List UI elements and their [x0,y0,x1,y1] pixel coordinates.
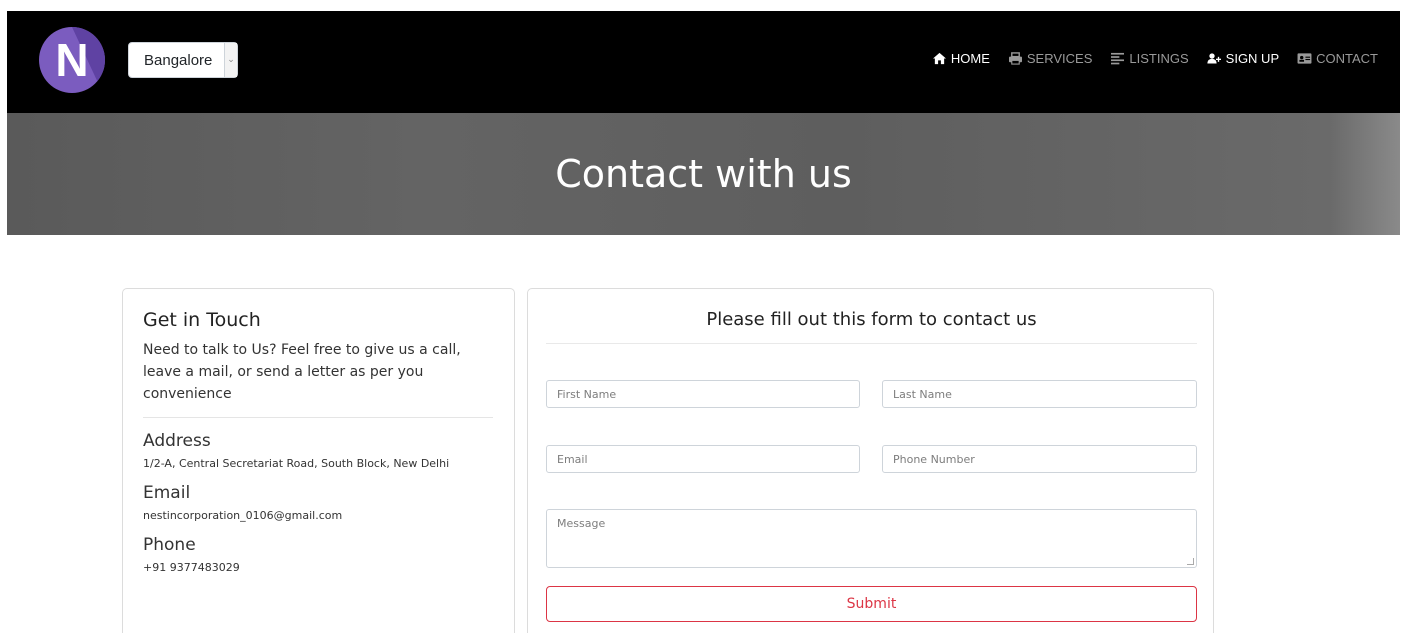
id-card-icon [1297,53,1312,64]
navbar: N Bangalore ⌄ HOME SERVICES LISTINGS SIG… [7,11,1400,113]
resize-handle-icon[interactable] [1187,558,1194,565]
nav-links: HOME SERVICES LISTINGS SIGN UP CONTACT [932,51,1378,66]
phone-label: Phone [143,535,196,555]
last-name-input[interactable]: Last Name [882,380,1197,408]
logo-letter: N [55,34,89,86]
get-in-touch-title: Get in Touch [143,309,261,331]
hero-banner: Contact with us [7,113,1400,235]
address-value: 1/2-A, Central Secretariat Road, South B… [143,457,450,470]
user-plus-icon [1207,53,1221,64]
nav-home[interactable]: HOME [932,51,990,66]
nav-signup[interactable]: SIGN UP [1207,51,1279,66]
email-placeholder: Email [557,453,588,466]
phone-value: +91 9377483029 [143,561,240,574]
page-title: Contact with us [555,152,852,196]
nav-contact[interactable]: CONTACT [1297,51,1378,66]
message-placeholder: Message [557,517,606,530]
first-name-input[interactable]: First Name [546,380,860,408]
get-in-touch-description: Need to talk to Us? Feel free to give us… [143,339,493,418]
home-icon [932,52,946,65]
email-label: Email [143,483,191,503]
city-select[interactable]: Bangalore ⌄ [128,42,238,78]
message-textarea[interactable]: Message [546,509,1197,568]
nav-services-label: SERVICES [1026,51,1093,66]
nav-services[interactable]: SERVICES [1008,51,1093,66]
list-icon [1111,52,1125,65]
contact-form-card: Please fill out this form to contact us … [527,288,1214,633]
nav-listings[interactable]: LISTINGS [1110,51,1189,66]
logo[interactable]: N [39,27,105,93]
nav-signup-label: SIGN UP [1225,51,1280,66]
submit-button[interactable]: Submit [546,586,1197,622]
phone-placeholder: Phone Number [893,453,975,466]
printer-icon [1008,52,1022,65]
nav-contact-label: CONTACT [1316,51,1378,66]
nav-home-label: HOME [950,51,990,66]
first-name-placeholder: First Name [557,388,617,401]
phone-input[interactable]: Phone Number [882,445,1197,473]
city-select-value: Bangalore [144,51,213,69]
email-value: nestincorporation_0106@gmail.com [143,509,343,522]
address-label: Address [143,431,211,451]
form-title: Please fill out this form to contact us [546,309,1197,344]
email-input[interactable]: Email [546,445,860,473]
nav-listings-label: LISTINGS [1129,51,1189,66]
chevron-down-icon: ⌄ [224,43,237,77]
contact-info-card: Get in Touch Need to talk to Us? Feel fr… [122,288,515,633]
last-name-placeholder: Last Name [893,388,952,401]
